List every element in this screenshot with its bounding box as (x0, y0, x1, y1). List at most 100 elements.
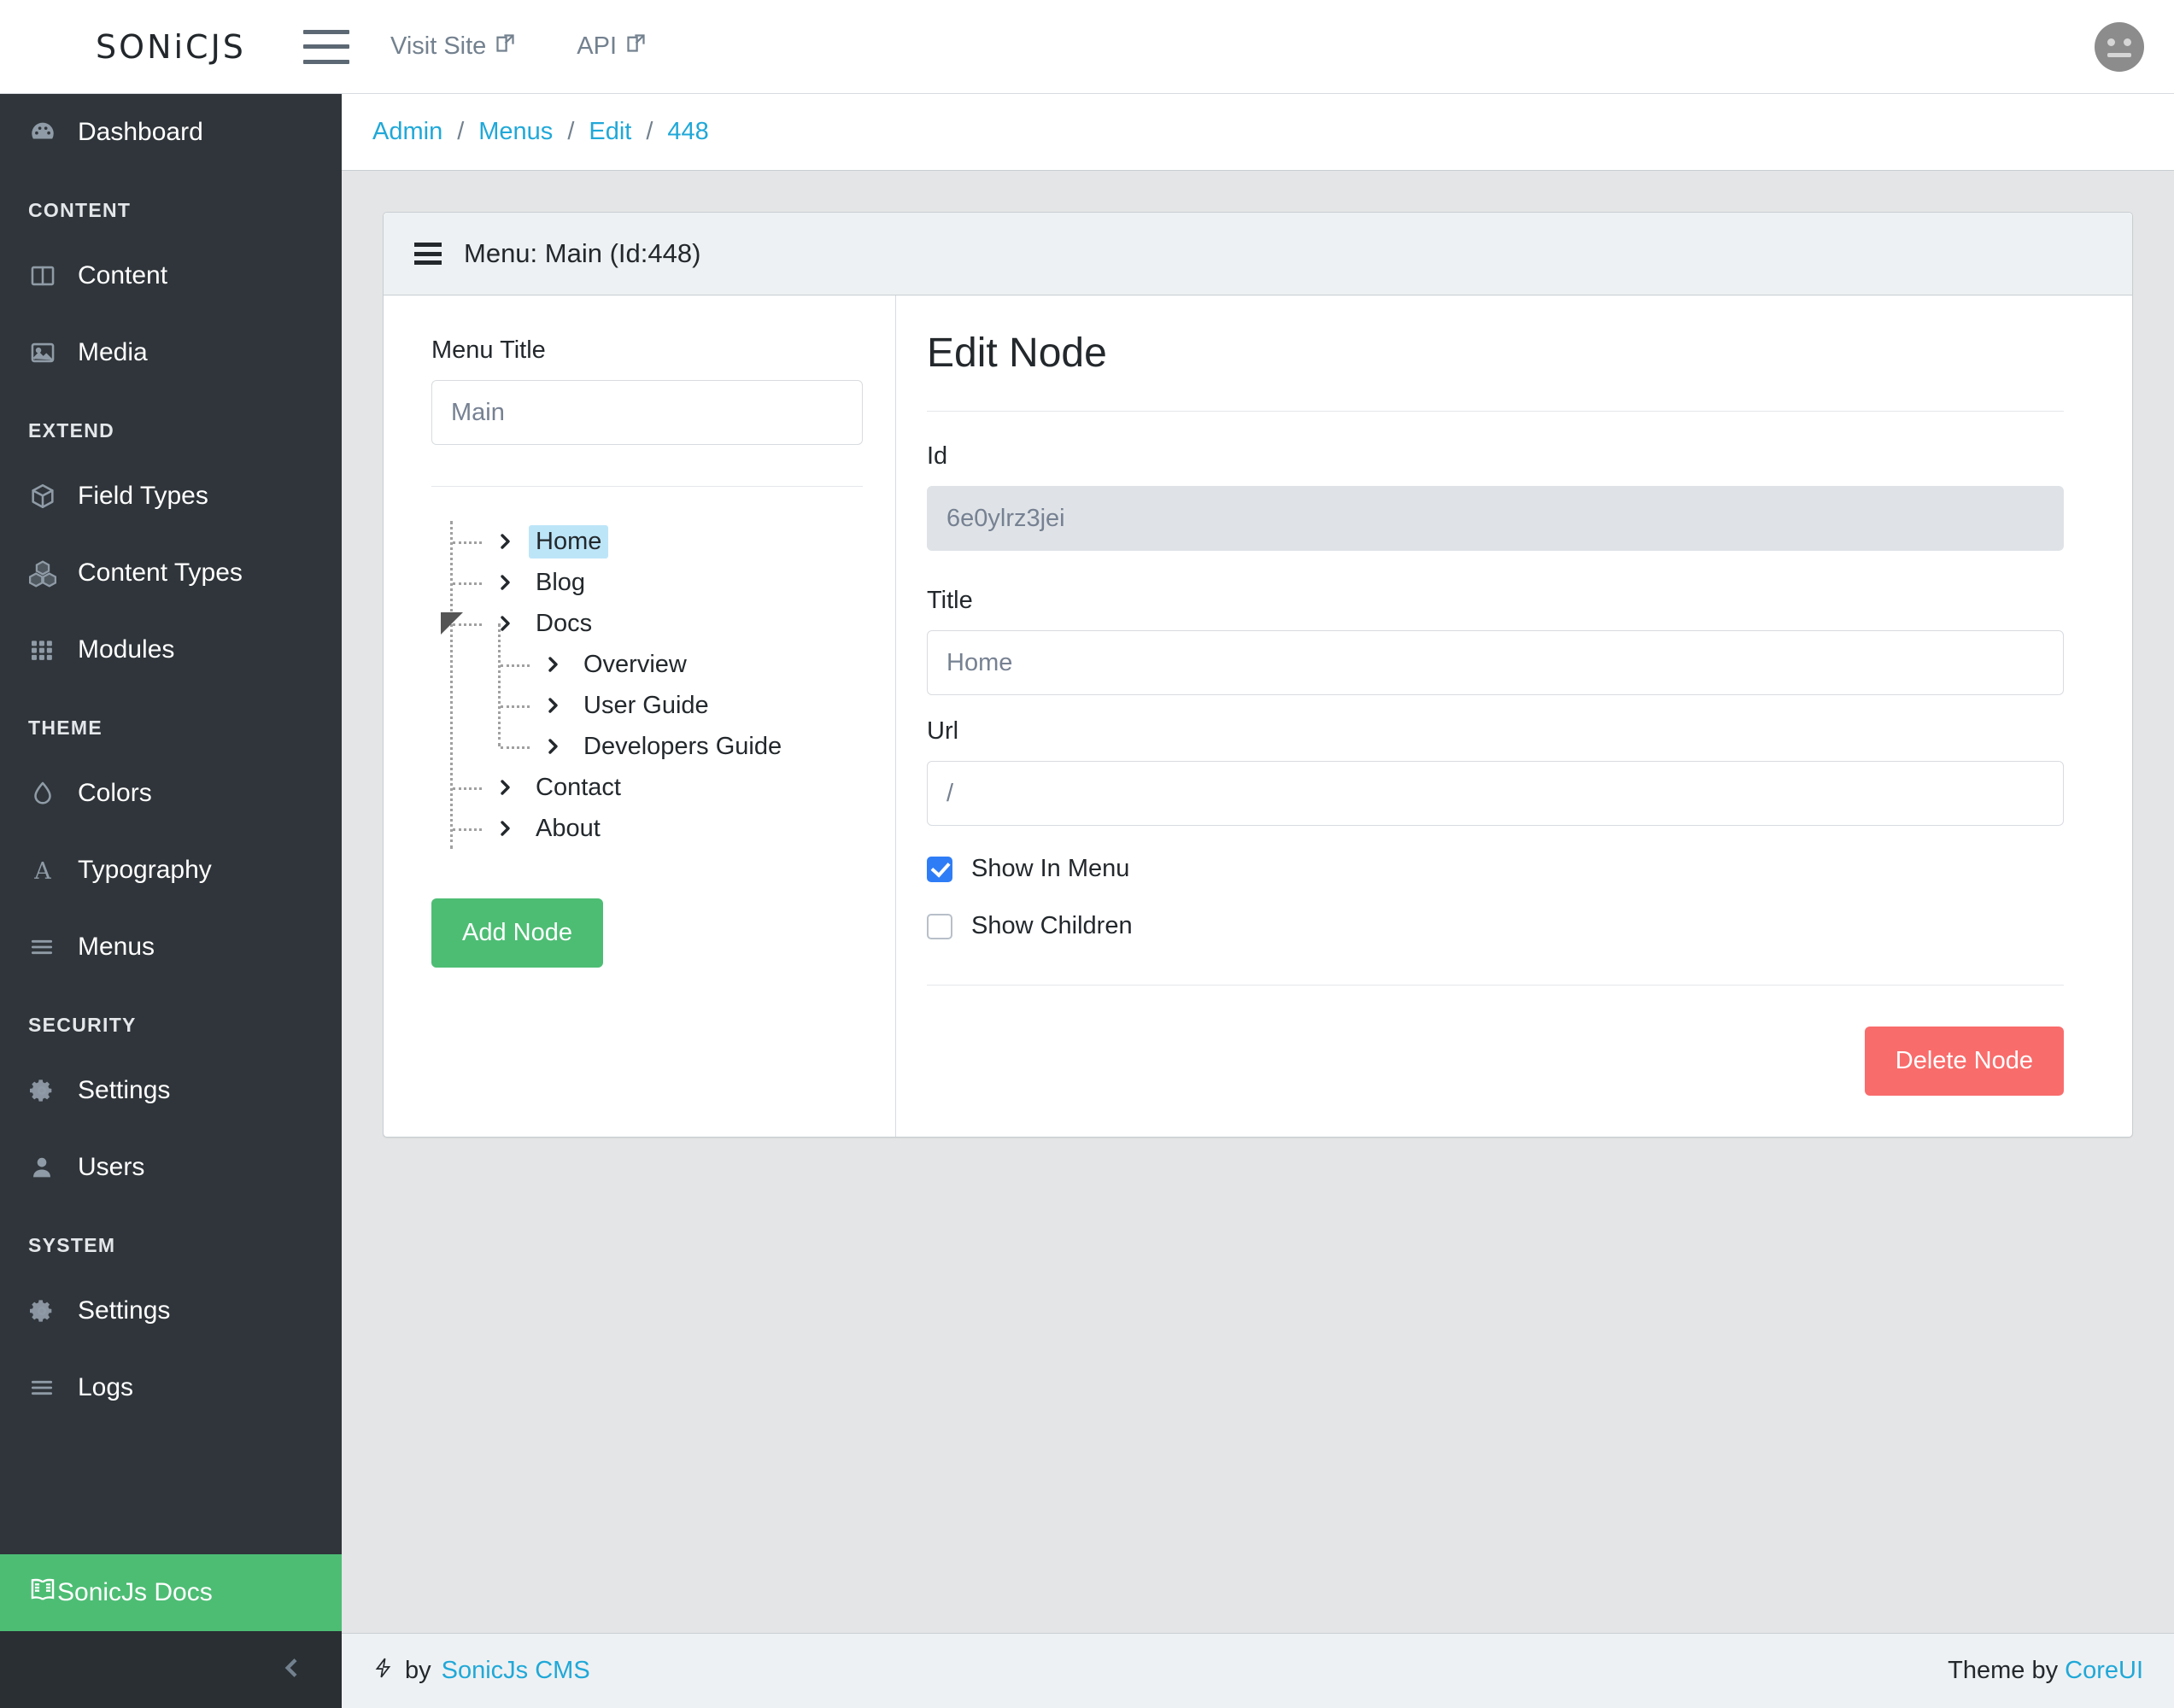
node-title-input[interactable]: Home (927, 630, 2064, 695)
sidebar-item-content-types[interactable]: Content Types (0, 535, 342, 611)
menu-icon-bar (414, 243, 442, 247)
sidebar-item-label: Modules (78, 635, 175, 664)
node-title-label: Title (927, 587, 973, 614)
show-children-row[interactable]: Show Children (927, 912, 2064, 940)
edit-node-footer-rule (927, 985, 2064, 986)
tree-node-label: Overview (583, 650, 687, 678)
sidebar-item-label: Media (78, 338, 148, 366)
sidebar-item-typography[interactable]: A Typography (0, 832, 342, 909)
sidebar-item-label: Settings (78, 1076, 171, 1104)
user-icon (28, 1154, 78, 1181)
avatar (2095, 21, 2144, 72)
show-children-label: Show Children (971, 912, 1133, 939)
breadcrumb-item-edit[interactable]: Edit (589, 118, 631, 146)
menu-editor-card: Menu: Main (Id:448) Menu Title Main Home… (383, 212, 2133, 1138)
sidebar-item-sonicjs-docs[interactable]: SonicJs Docs (0, 1554, 342, 1631)
show-in-menu-checkbox[interactable] (927, 856, 952, 882)
sidebar-minimizer-button[interactable] (0, 1631, 342, 1708)
tree-node-label: Contact (536, 773, 621, 801)
api-link[interactable]: API (577, 32, 648, 61)
sidebar-group-title-content: CONTENT (28, 199, 132, 221)
breadcrumb-separator: / (457, 118, 465, 145)
sidebar-group-title-system: SYSTEM (28, 1234, 116, 1256)
tree-node-label: User Guide (583, 691, 709, 719)
footer-left-prefix: by (405, 1657, 431, 1684)
sidebar-item-label: Dashboard (78, 118, 203, 146)
tree-node-overview[interactable]: Overview (498, 644, 863, 685)
tree-node-docs[interactable]: Docs (441, 603, 863, 644)
list-icon (28, 1374, 78, 1401)
visit-site-link[interactable]: Visit Site (390, 32, 517, 61)
droplet-icon (28, 779, 78, 808)
sidebar-item-label: Field Types (78, 482, 208, 510)
footer-right: Theme by CoreUI (1948, 1657, 2143, 1685)
sidebar-item-label: Content (78, 261, 168, 290)
sidebar-item-colors[interactable]: Colors (0, 755, 342, 832)
brand-logo[interactable]: SONiCJS (96, 28, 246, 66)
menu-tree-panel: Menu Title Main Home Blog Docs Overview User… (384, 295, 896, 1137)
tree-collapse-marker[interactable] (441, 612, 463, 635)
sidebar-item-menus[interactable]: Menus (0, 909, 342, 986)
tree-node-contact[interactable]: Contact (450, 767, 863, 808)
grid-icon (28, 636, 78, 664)
api-label: API (577, 32, 618, 60)
footer-left: by SonicJs CMS (372, 1655, 590, 1688)
show-in-menu-label: Show In Menu (971, 855, 1130, 882)
avatar-mouth (2107, 52, 2131, 57)
avatar-eye-left (2107, 38, 2115, 46)
sidebar-group-title-extend: EXTEND (28, 419, 115, 442)
chevron-right-icon (542, 695, 563, 716)
sidebar-item-settings[interactable]: Settings (0, 1272, 342, 1349)
footer-coreui-link[interactable]: CoreUI (2065, 1657, 2143, 1684)
tree-node-home[interactable]: Home (450, 521, 863, 562)
card-body: Menu Title Main Home Blog Docs Overview User… (384, 295, 2132, 1137)
tree-node-user-guide[interactable]: User Guide (498, 685, 863, 726)
delete-node-button[interactable]: Delete Node (1864, 1027, 2064, 1096)
sidebar: Dashboard CONTENT Content Media EXTEND Field … (0, 94, 342, 1708)
sidebar-toggle-hamburger-icon[interactable] (303, 29, 349, 64)
add-node-button[interactable]: Add Node (431, 898, 603, 968)
breadcrumb-item-menus[interactable]: Menus (478, 118, 553, 146)
breadcrumb-item-448[interactable]: 448 (667, 118, 708, 146)
sidebar-item-modules[interactable]: Modules (0, 611, 342, 688)
sidebar-item-media[interactable]: Media (0, 314, 342, 391)
node-id-field: 6e0ylrz3jei (927, 486, 2064, 551)
show-in-menu-row[interactable]: Show In Menu (927, 855, 2064, 883)
footer-right-prefix: Theme by (1948, 1657, 2059, 1684)
edit-node-heading: Edit Node (927, 330, 1107, 376)
node-url-input[interactable]: / (927, 761, 2064, 826)
left-panel-divider (431, 486, 863, 487)
breadcrumb-separator: / (567, 118, 575, 145)
hamburger-bar (303, 59, 349, 64)
sidebar-item-logs[interactable]: Logs (0, 1349, 342, 1426)
user-avatar-button[interactable] (2095, 21, 2144, 72)
sidebar-item-users[interactable]: Users (0, 1129, 342, 1206)
sidebar-nav: Dashboard CONTENT Content Media EXTEND Field … (0, 94, 342, 1554)
tree-node-developers-guide[interactable]: Developers Guide (498, 726, 863, 767)
sidebar-item-settings[interactable]: Settings (0, 1052, 342, 1129)
page-container: Menu: Main (Id:448) Menu Title Main Home… (342, 171, 2174, 1138)
top-navigation: Visit Site API (390, 32, 648, 61)
breadcrumb-item-admin[interactable]: Admin (372, 118, 442, 146)
card-header: Menu: Main (Id:448) (384, 213, 2132, 295)
show-children-checkbox[interactable] (927, 913, 952, 939)
sidebar-item-field-types[interactable]: Field Types (0, 458, 342, 535)
speedometer-icon (28, 118, 78, 147)
sidebar-docs-label: SonicJs Docs (57, 1578, 213, 1606)
cube-icon (28, 482, 78, 511)
sidebar-group-title-theme: THEME (28, 717, 103, 739)
sidebar-item-label: Logs (78, 1373, 134, 1401)
tree-node-about[interactable]: About (450, 808, 863, 849)
sidebar-item-dashboard[interactable]: Dashboard (0, 94, 342, 171)
menu-icon-bar (414, 260, 442, 265)
tree-node-blog[interactable]: Blog (450, 562, 863, 603)
hamburger-bar (303, 44, 349, 49)
menu-title-input[interactable]: Main (431, 380, 863, 445)
lightning-icon (372, 1655, 395, 1688)
sidebar-item-content[interactable]: Content (0, 237, 342, 314)
external-link-icon (624, 32, 648, 61)
tree-node-label: About (536, 814, 601, 842)
sidebar-item-label: Users (78, 1153, 145, 1181)
columns-icon (28, 261, 78, 290)
footer-sonicjs-link[interactable]: SonicJs CMS (442, 1657, 590, 1685)
